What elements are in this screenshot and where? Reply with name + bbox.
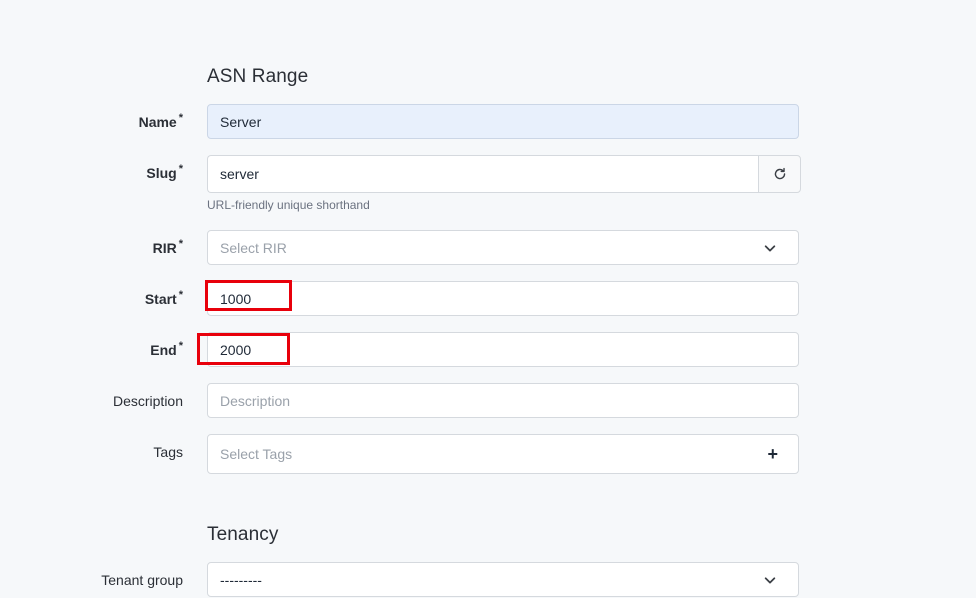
- required-marker: *: [178, 163, 183, 175]
- required-marker: *: [178, 289, 183, 301]
- tags-select[interactable]: Select Tags +: [207, 434, 799, 474]
- slug-label: Slug *: [146, 163, 183, 181]
- slug-input-value: server: [220, 166, 259, 182]
- start-input-value: 1000: [220, 290, 252, 307]
- tenant-group-select[interactable]: ---------: [207, 562, 799, 597]
- end-input-value: 2000: [220, 341, 252, 358]
- section-title-asn-range: ASN Range: [207, 66, 309, 87]
- tags-select-placeholder: Select Tags: [220, 446, 293, 462]
- tags-label: Tags: [153, 444, 183, 460]
- description-label: Description: [112, 393, 183, 409]
- refresh-icon: [774, 167, 785, 180]
- slug-input-group: server: [207, 155, 801, 193]
- description-input[interactable]: Description: [207, 383, 799, 418]
- tenant-group-select-value: ---------: [220, 571, 262, 588]
- required-marker: *: [178, 340, 183, 352]
- end-label: End *: [150, 340, 183, 358]
- rir-select-placeholder: Select RIR: [220, 239, 287, 256]
- required-marker: *: [178, 238, 183, 250]
- rir-select[interactable]: Select RIR: [207, 230, 799, 265]
- slug-input[interactable]: server: [207, 155, 758, 193]
- chevron-down-icon: [764, 576, 776, 583]
- description-input-placeholder: Description: [220, 392, 291, 409]
- start-input[interactable]: 1000: [207, 281, 799, 316]
- slug-help-text: URL-friendly unique shorthand: [207, 198, 370, 212]
- rir-label: RIR *: [152, 238, 183, 256]
- name-input[interactable]: Server: [207, 104, 799, 139]
- chevron-down-icon: [764, 244, 776, 251]
- name-input-value: Server: [220, 113, 262, 130]
- tenant-group-label: Tenant group: [101, 572, 183, 588]
- required-marker: *: [178, 112, 183, 124]
- plus-icon[interactable]: +: [767, 445, 778, 463]
- section-title-tenancy: Tenancy: [207, 524, 279, 545]
- start-label: Start *: [144, 289, 183, 307]
- regenerate-slug-button[interactable]: [758, 155, 801, 193]
- end-input[interactable]: 2000: [207, 332, 799, 367]
- name-label: Name *: [138, 112, 183, 130]
